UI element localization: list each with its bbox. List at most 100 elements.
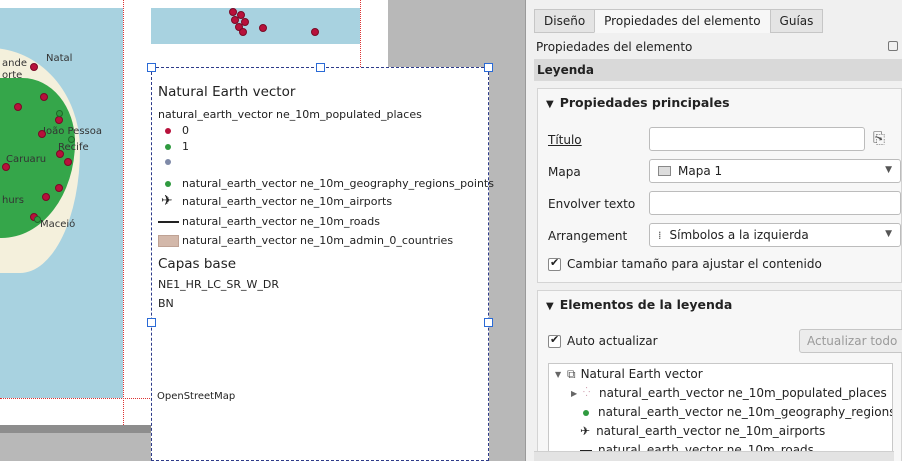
region-point [34,216,41,223]
tree-item-layer[interactable]: natural_earth_vector ne_10m_geography_re… [583,403,892,422]
map-label: Maceió [40,219,76,230]
tree-item-layer[interactable]: ✈ natural_earth_vector ne_10m_airports [580,422,825,441]
collapse-triangle-icon: ▼ [546,99,554,110]
attribution-label: OpenStreetMap [157,391,236,402]
legend-items-group: ▼Elementos de la leyenda Auto actualizar… [537,290,902,461]
tab-layout[interactable]: Diseño [534,9,596,33]
resize-handle[interactable] [147,318,156,327]
resize-handle[interactable] [316,63,325,72]
line-icon [158,216,180,228]
map-item-left[interactable]: ande orte Natal João Pessoa Recife Carua… [0,8,123,398]
panel-title-bar: Propiedades del elemento [526,38,902,56]
legend-entry-label: natural_earth_vector ne_10m_airports [182,195,393,208]
expand-arrow-icon[interactable]: ▶ [571,384,583,403]
city-point [55,184,63,192]
map-label: hurs [2,195,24,206]
panel-tabs: Diseño Propiedades del elemento Guías [534,9,824,33]
collapse-triangle-icon: ▼ [546,301,554,312]
legend-entry [158,156,182,168]
update-all-button[interactable]: Actualizar todo [799,329,902,353]
legend-items-header[interactable]: ▼ Elementos de la leyenda [538,291,732,319]
layout-canvas[interactable]: ande orte Natal João Pessoa Recife Carua… [0,0,525,461]
city-point [311,28,319,36]
legend-entry: natural_earth_vector ne_10m_roads [158,215,380,228]
city-point [2,163,10,171]
title-input[interactable] [649,127,865,151]
auto-update-checkbox[interactable]: Auto actualizar [548,333,658,348]
legend-entry: natural_earth_vector ne_10m_geography_re… [158,177,494,190]
city-point [42,193,50,201]
main-properties-header[interactable]: ▼ Propiedades principales [538,89,730,117]
legend-title: Natural Earth vector [158,84,296,100]
checkbox-checked-icon[interactable] [548,256,561,271]
page-shadow [0,425,151,433]
city-point [229,8,237,16]
map-label: Caruaru [6,154,47,165]
guide-line [123,0,124,425]
city-point [259,24,267,32]
points-icon: ⁛ [583,388,591,398]
resize-checkbox[interactable]: Cambiar tamaño para ajustar el contenido [548,256,822,271]
wrap-text-label: Envolver texto [548,197,636,211]
map-label: Mapa [548,165,581,179]
legend-entry: natural_earth_vector ne_10m_admin_0_coun… [158,234,453,247]
airplane-icon: ✈ [580,424,591,438]
region-point [56,110,63,117]
map-label: orte [2,70,23,81]
legend-entry-label: 1 [182,140,189,153]
map-label: ande [2,58,27,69]
airplane-icon: ✈ [161,192,173,209]
expression-icon[interactable]: ⎘ [873,129,885,147]
gray-dot-icon [158,156,180,168]
title-label: Título [548,133,582,147]
city-point [38,130,46,138]
legend-base-item: BN [158,297,174,310]
tab-item-properties[interactable]: Propiedades del elemento [594,9,771,33]
city-point [40,93,48,101]
legend-base-title: Capas base [158,256,237,272]
city-point [64,158,72,166]
tree-item-layer[interactable]: ▶ ⁛ natural_earth_vector ne_10m_populate… [571,384,887,403]
legend-base-item: NE1_HR_LC_SR_W_DR [158,278,280,291]
legend-entry: 0 [158,124,189,137]
expand-arrow-icon[interactable]: ▼ [555,365,567,384]
chevron-down-icon: ▼ [885,165,892,175]
polygon-icon [158,234,180,247]
city-point [55,116,63,124]
align-left-icon: ⁞ [658,228,662,242]
tree-item-group[interactable]: ▼ ⧉ Natural Earth vector [555,365,703,384]
legend-tree[interactable]: ▼ ⧉ Natural Earth vector ▶ ⁛ natural_ear… [548,363,893,461]
section-header: Leyenda [534,59,902,81]
chevron-down-icon: ▼ [885,229,892,239]
main-properties-group: ▼ Propiedades principales Título ⎘ Mapa M… [537,88,902,283]
city-point [14,103,22,111]
float-panel-icon[interactable] [888,41,898,51]
legend-group-subtitle: natural_earth_vector ne_10m_populated_pl… [158,108,422,121]
map-item-top[interactable] [151,8,360,44]
region-point [68,136,75,143]
resize-handle[interactable] [484,63,493,72]
map-label: Natal [46,53,73,64]
map-select[interactable]: Mapa 1 ▼ [649,159,901,183]
tab-guides[interactable]: Guías [769,9,824,33]
legend-entry-label: natural_earth_vector ne_10m_roads [182,215,380,228]
city-point [56,150,64,158]
resize-handle[interactable] [147,63,156,72]
resize-handle[interactable] [484,318,493,327]
legend-entry-label: natural_earth_vector ne_10m_geography_re… [182,177,494,190]
green-dot-icon [158,141,180,153]
green-dot-icon [583,409,589,416]
properties-panel: Diseño Propiedades del elemento Guías Pr… [526,0,902,461]
panel-title: Propiedades del elemento [536,40,693,54]
city-point [239,28,247,36]
green-dot-icon [158,178,180,190]
panel-horizontal-scrollbar[interactable] [534,451,894,461]
group-icon: ⧉ [567,367,576,381]
checkbox-checked-icon[interactable] [548,333,561,348]
arrangement-label: Arrangement [548,229,628,243]
arrangement-select[interactable]: ⁞ Símbolos a la izquierda ▼ [649,223,901,247]
legend-entry-label: 0 [182,124,189,137]
red-dot-icon [158,125,180,137]
legend-entry: ✈ natural_earth_vector ne_10m_airports [158,192,393,209]
wrap-text-input[interactable] [649,191,901,215]
